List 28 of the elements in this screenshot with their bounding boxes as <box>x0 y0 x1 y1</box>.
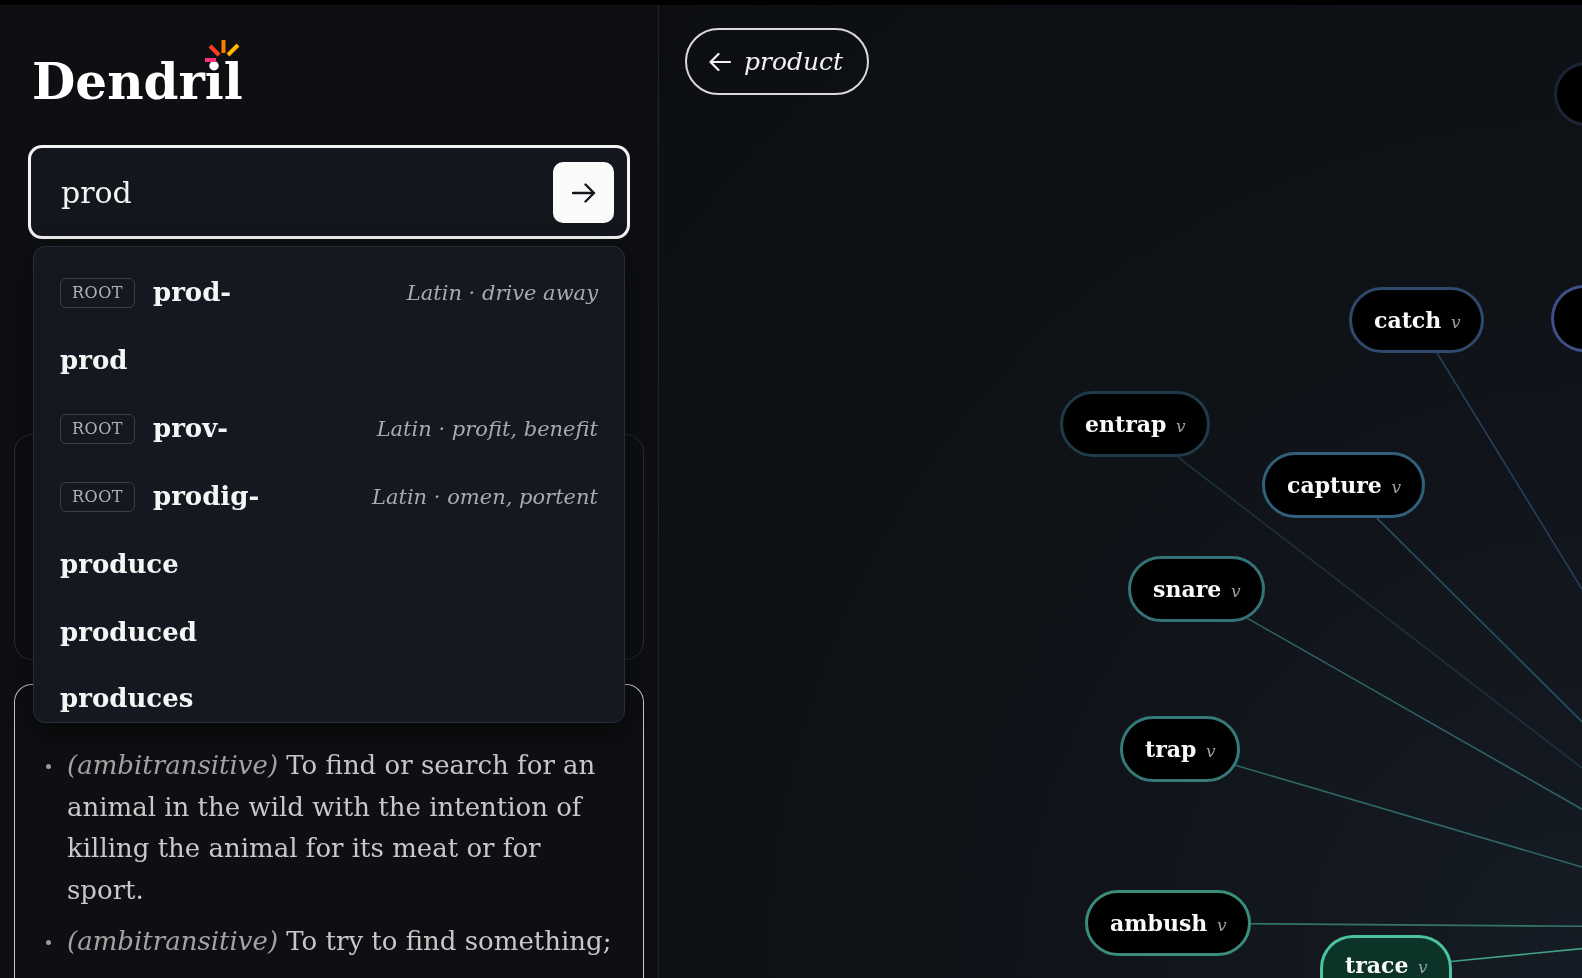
suggestion-item[interactable]: ROOT prov- Latin · profit, benefit <box>34 395 624 463</box>
suggestion-item[interactable]: produce <box>34 531 624 599</box>
app-logo: Dendril <box>32 62 243 102</box>
search-field[interactable]: prod <box>28 145 630 239</box>
root-tag: ROOT <box>60 482 135 512</box>
graph-node[interactable]: catch v <box>1349 287 1485 353</box>
sunburst-icon <box>205 40 241 62</box>
suggestion-item[interactable]: ROOT prodig- Latin · omen, portent <box>34 463 624 531</box>
graph-node[interactable]: ambush v <box>1085 890 1251 956</box>
suggestion-item[interactable]: produces <box>34 667 624 719</box>
arrow-right-icon <box>571 182 596 203</box>
definition-text: (ambitransitive) To find or search for an animal in the wild with the intention of killing the animal for its meat or for sport. <box>67 749 597 907</box>
back-button[interactable]: product <box>685 28 870 95</box>
bullet-icon <box>46 764 51 769</box>
suggestion-item[interactable]: ROOT prod- Latin · drive away <box>34 259 624 327</box>
graph-node[interactable]: entrap v <box>1060 391 1210 457</box>
definition-text: (ambitransitive) To try to find something; <box>67 925 612 958</box>
graph-node[interactable]: capture v <box>1262 452 1426 518</box>
suggestion-item[interactable]: prod <box>34 327 624 395</box>
bullet-icon <box>46 940 51 945</box>
submit-button[interactable] <box>553 162 614 223</box>
arrow-left-icon <box>709 52 731 71</box>
root-tag: ROOT <box>60 414 135 444</box>
suggestion-item[interactable]: produced <box>34 599 624 667</box>
root-tag: ROOT <box>60 278 135 308</box>
graph-node[interactable]: trap v <box>1120 716 1240 782</box>
graph-node[interactable]: trace v <box>1320 935 1452 978</box>
graph-node[interactable]: snare v <box>1128 556 1265 622</box>
